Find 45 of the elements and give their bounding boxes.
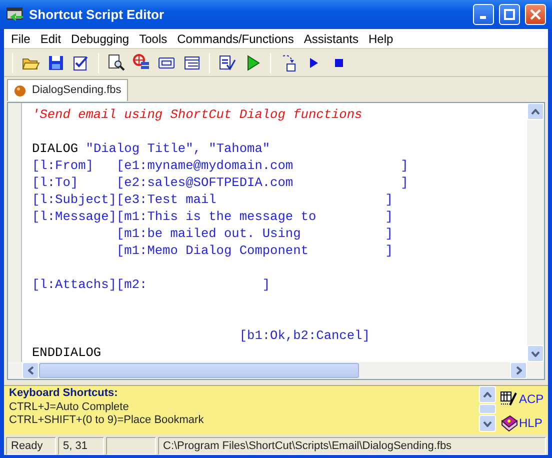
scroll-right-button[interactable] <box>510 362 527 379</box>
code-line: ENDDIALOG <box>32 344 102 361</box>
code-line: [l:Subject][e3:Test mail ] <box>32 191 394 208</box>
menu-item[interactable]: Help <box>364 30 398 48</box>
shortcuts-heading: Keyboard Shortcuts: <box>9 387 119 400</box>
code-line: [m1:be mailed out. Using ] <box>115 225 394 242</box>
scroll-up-button[interactable] <box>479 386 496 403</box>
status-pane <box>106 437 156 455</box>
autocomplete-link[interactable]: ACP <box>519 390 544 408</box>
menu-item[interactable]: Edit <box>35 30 66 48</box>
status-text: C:\Program Files\ShortCut\Scripts\Email\DialogSending.fbs <box>158 437 546 455</box>
code-line: DIALOG "Dialog Title", "Tahoma" <box>32 140 272 157</box>
scrollbar-thumb[interactable] <box>39 363 359 378</box>
menu-item[interactable]: Commands/Functions <box>172 30 299 48</box>
app-icon <box>6 6 24 22</box>
close-icon <box>530 9 541 20</box>
ball-icon <box>14 84 26 96</box>
code-line: 'Send email using ShortCut Dialog functions <box>32 106 364 123</box>
help-link[interactable]: HLP <box>519 414 542 432</box>
status-text: Ready <box>6 437 56 455</box>
help-book-icon <box>500 414 518 432</box>
scroll-up-button[interactable] <box>527 103 544 120</box>
code-line: [b1:Ok,b2:Cancel] <box>238 327 371 344</box>
code-line: [l:Attachs][m2: ] <box>32 276 272 293</box>
file-tab[interactable]: DialogSending.fbs <box>7 79 128 101</box>
code-line: [m1:Memo Dialog Component ] <box>115 242 394 259</box>
code-line: [l:From] [e1:myname@mydomain.com ] <box>32 157 410 174</box>
status-text: 5, 31 <box>58 437 104 455</box>
menu-item[interactable]: File <box>6 30 36 48</box>
scroll-down-button[interactable] <box>527 345 544 362</box>
maximize-icon <box>504 9 515 20</box>
code-line: [l:To] [e2:sales@SOFTPEDIA.com ] <box>32 174 410 191</box>
maximize-button[interactable] <box>499 4 520 25</box>
grid-pencil-icon <box>500 390 518 408</box>
minimize-button[interactable] <box>473 4 494 25</box>
code-line: [l:Message][m1:This is the message to ] <box>32 208 394 225</box>
menu-item[interactable]: Assistants <box>298 30 364 48</box>
shortcut-text: CTRL+SHIFT+(0 to 9)=Place Bookmark <box>9 414 205 428</box>
menu-item[interactable]: Debugging <box>66 30 134 48</box>
scroll-left-button[interactable] <box>22 362 39 379</box>
window-title: Shortcut Script Editor <box>29 6 166 24</box>
scroll-down-button[interactable] <box>479 415 496 432</box>
shortcut-text: CTRL+J=Auto Complete <box>9 400 130 414</box>
close-button[interactable] <box>525 4 546 25</box>
menu-item[interactable]: Tools <box>134 30 172 48</box>
